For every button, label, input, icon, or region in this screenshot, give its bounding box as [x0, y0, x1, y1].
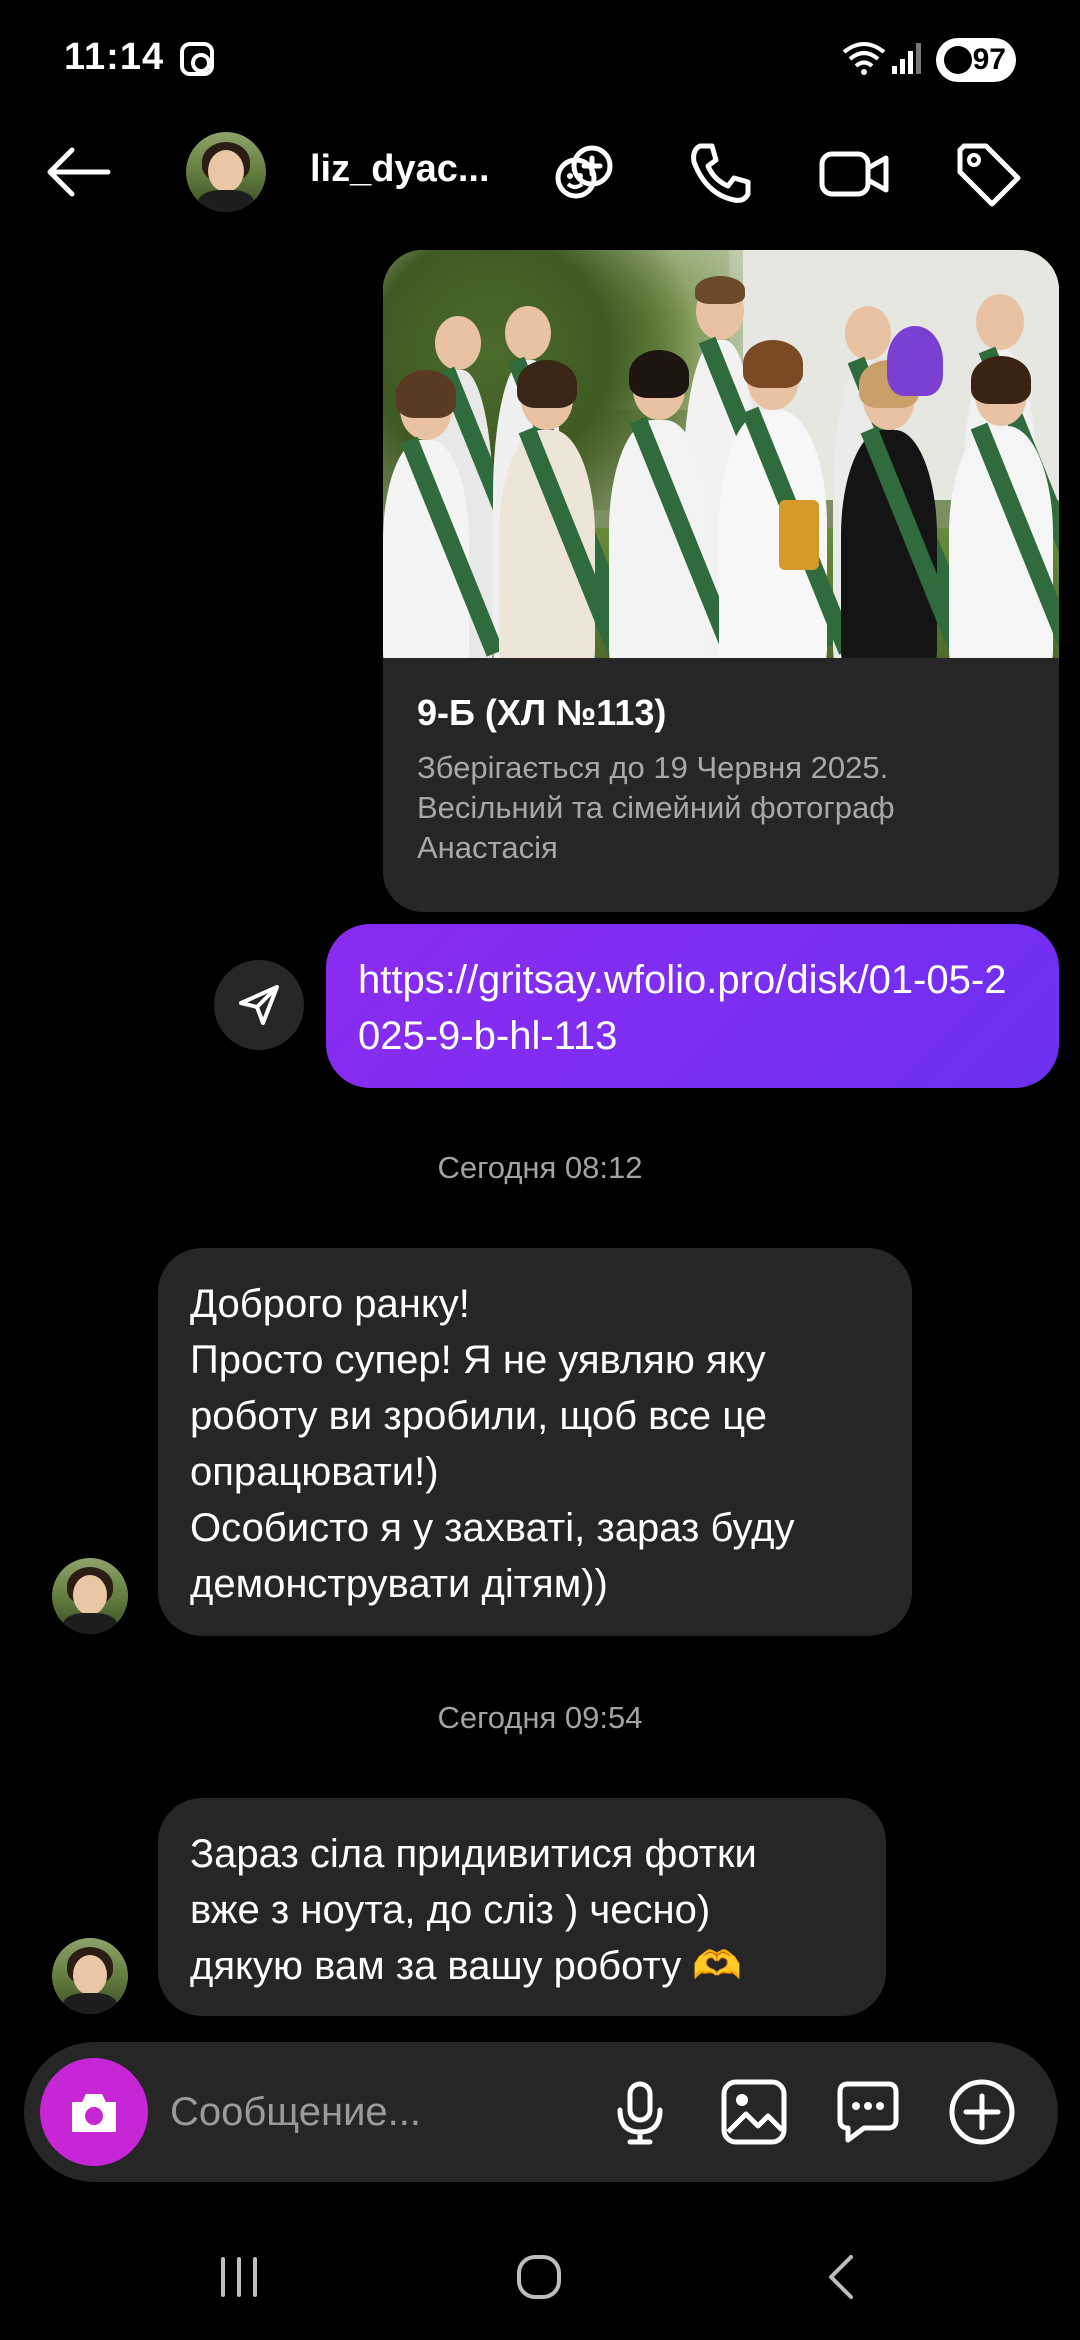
message-line: вже з ноута, до сліз ) чесно) [190, 1888, 711, 1932]
add-people-icon[interactable] [548, 138, 620, 210]
username[interactable]: liz_dyac... [310, 148, 490, 191]
message-line: роботу ви зробили, щоб все це [190, 1394, 767, 1438]
back-chevron-icon [829, 2255, 853, 2299]
avatar[interactable] [186, 132, 266, 212]
avatar[interactable] [52, 1558, 128, 1634]
video-icon[interactable] [818, 138, 890, 210]
plus-icon[interactable] [946, 2076, 1018, 2148]
wifi-icon [842, 42, 886, 75]
recent-apps-icon [221, 2257, 257, 2297]
sticker-icon[interactable] [832, 2076, 904, 2148]
camera-button[interactable] [40, 2058, 148, 2166]
message-line: Доброго ранку! [190, 1282, 470, 1326]
sent-link-message[interactable]: https://gritsay.wfolio.pro/disk/01-05-20… [326, 924, 1059, 1088]
message-line: Особисто я у захваті, зараз буду [190, 1506, 795, 1550]
message-line: Просто супер! Я не уявляю яку [190, 1338, 766, 1382]
send-icon [239, 985, 279, 1025]
home-icon [517, 2255, 561, 2299]
back-arrow-icon[interactable] [42, 142, 112, 202]
link-preview-card[interactable]: 9-Б (ХЛ №113) Зберігається до 19 Червня … [383, 250, 1059, 912]
timestamp: Сегодня 08:12 [437, 1150, 643, 1185]
message-line: Зараз сіла придивитися фотки [190, 1832, 757, 1876]
tag-icon[interactable] [952, 138, 1024, 210]
camera-icon [72, 2094, 116, 2132]
timestamp: Сегодня 09:54 [437, 1700, 643, 1735]
home-button[interactable] [494, 2232, 584, 2322]
message-input[interactable] [170, 2082, 570, 2142]
status-bar: 11:14 97 [0, 0, 1080, 120]
message-line: демонструвати дітям)) [190, 1562, 608, 1606]
message-composer [24, 2042, 1058, 2182]
battery-icon: 97 [936, 38, 1016, 82]
link-card-description: Зберігається до 19 Червня 2025. Весільни… [417, 750, 895, 865]
message-line: опрацювати!) [190, 1450, 439, 1494]
gallery-icon[interactable] [718, 2076, 790, 2148]
received-message[interactable]: Доброго ранку! Просто супер! Я не уявляю… [158, 1248, 912, 1636]
received-message[interactable]: Зараз сіла придивитися фотки вже з ноута… [158, 1798, 886, 2016]
chat-header: liz_dyac... [0, 120, 1080, 230]
graduation-photo [383, 250, 1059, 658]
battery-saver-icon [944, 46, 972, 74]
back-button[interactable] [798, 2232, 888, 2322]
battery-level: 97 [972, 43, 1006, 76]
system-navigation-bar [0, 2212, 1080, 2340]
message-line: дякую вам за вашу роботу 🫶 [190, 1944, 743, 1988]
signal-icon [892, 43, 921, 74]
instagram-icon [180, 42, 214, 76]
avatar[interactable] [52, 1938, 128, 2014]
phone-icon[interactable] [684, 138, 756, 210]
share-button[interactable] [214, 960, 304, 1050]
link-card-title: 9-Б (ХЛ №113) [417, 692, 667, 733]
status-time: 11:14 [64, 36, 165, 78]
recent-apps-button[interactable] [194, 2232, 284, 2322]
microphone-icon[interactable] [604, 2076, 676, 2148]
